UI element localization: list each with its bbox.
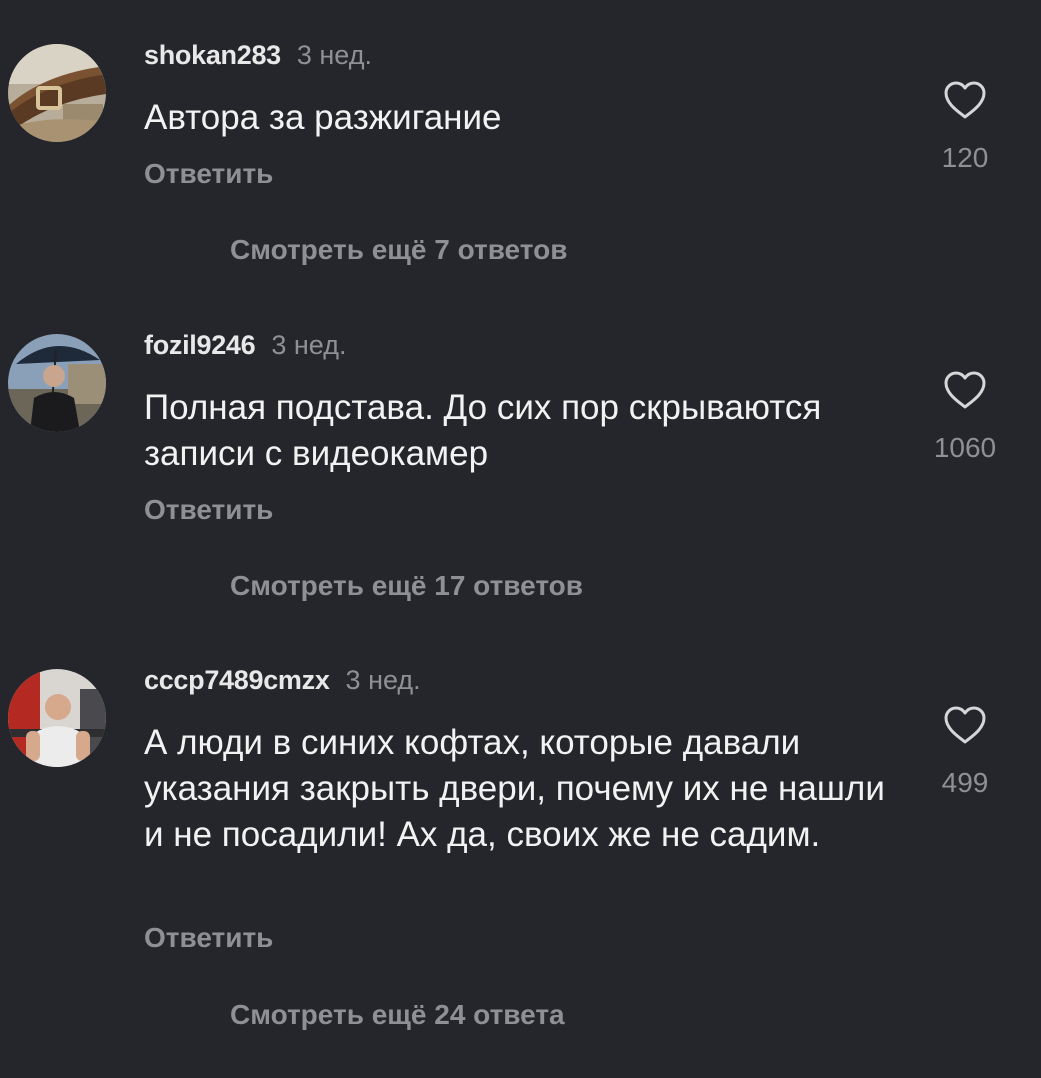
username[interactable]: shokan283 bbox=[144, 40, 281, 70]
timestamp: 3 нед. bbox=[345, 665, 421, 695]
timestamp: 3 нед. bbox=[271, 330, 347, 360]
comment-text: Автора за разжигание bbox=[144, 98, 502, 137]
view-more-replies[interactable]: Смотреть ещё 17 ответов bbox=[230, 570, 583, 602]
heart-outline-icon[interactable] bbox=[943, 370, 987, 410]
like-count: 1060 bbox=[933, 432, 997, 463]
avatar[interactable] bbox=[8, 669, 106, 767]
heart-outline-icon[interactable] bbox=[943, 80, 987, 120]
like-count: 499 bbox=[941, 767, 989, 798]
view-more-replies[interactable]: Смотреть ещё 7 ответов bbox=[230, 234, 567, 266]
man-in-gym-avatar bbox=[8, 669, 106, 767]
reply-button[interactable]: Ответить bbox=[144, 494, 273, 526]
avatar[interactable] bbox=[8, 334, 106, 432]
comment-meta: shokan283 3 нед. bbox=[144, 40, 372, 71]
belt-photo-avatar bbox=[8, 44, 106, 142]
comment-meta: cccp7489cmzx 3 нед. bbox=[144, 665, 421, 696]
like-control: 120 bbox=[920, 80, 1010, 174]
view-more-replies[interactable]: Смотреть ещё 24 ответа bbox=[230, 999, 565, 1031]
like-count: 120 bbox=[941, 142, 989, 173]
username[interactable]: cccp7489cmzx bbox=[144, 665, 330, 695]
comment-meta: fozil9246 3 нед. bbox=[144, 330, 346, 361]
timestamp: 3 нед. bbox=[296, 40, 372, 70]
man-with-umbrella-avatar bbox=[8, 334, 106, 432]
like-control: 499 bbox=[920, 705, 1010, 799]
like-control: 1060 bbox=[920, 370, 1010, 464]
heart-outline-icon[interactable] bbox=[943, 705, 987, 745]
username[interactable]: fozil9246 bbox=[144, 330, 256, 360]
reply-button[interactable]: Ответить bbox=[144, 158, 273, 190]
avatar[interactable] bbox=[8, 44, 106, 142]
reply-button[interactable]: Ответить bbox=[144, 922, 273, 954]
comment-text: Полная подстава. До сих пор скрываются з… bbox=[144, 388, 822, 473]
comment-text: А люди в синих кофтах, которые давали ук… bbox=[144, 723, 885, 854]
